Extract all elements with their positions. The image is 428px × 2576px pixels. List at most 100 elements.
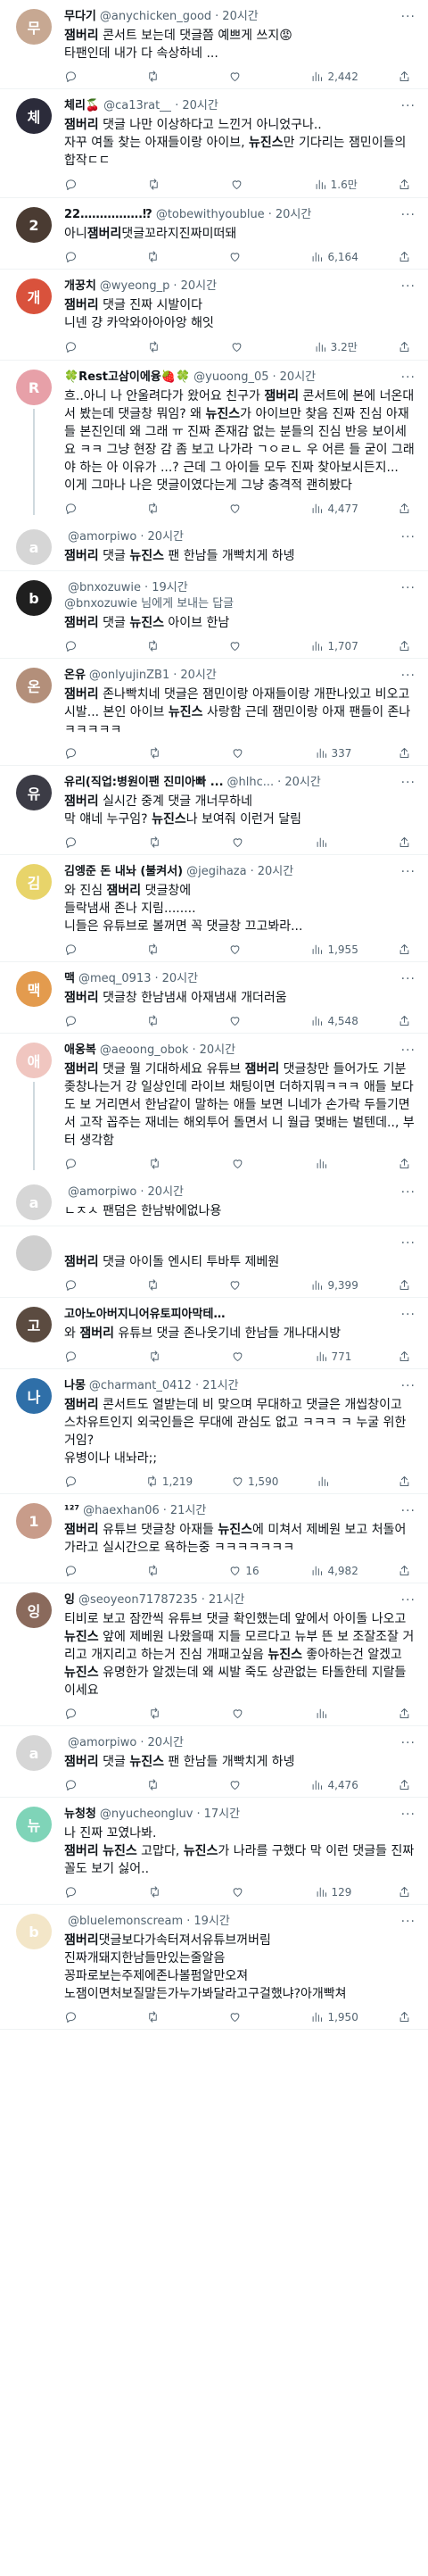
user-handle[interactable]: @tobewithyoublue [156, 207, 265, 223]
reply-button[interactable] [64, 339, 107, 354]
user-handle[interactable]: @aeoong_obok [100, 1043, 189, 1059]
tweet[interactable]: 애 애옹복 @aeoong_obok · 20시간 ··· 잼버리 댓글 뭘 기… [0, 1034, 428, 1176]
display-name[interactable]: 22…………….⁉ [64, 207, 152, 223]
views-button[interactable] [315, 1707, 358, 1720]
user-handle[interactable]: @nyucheongluv [100, 1807, 193, 1823]
display-name[interactable]: 개꿍치 [64, 278, 96, 295]
avatar[interactable]: 온 [16, 668, 52, 703]
share-button[interactable] [398, 639, 412, 652]
avatar[interactable] [16, 1235, 52, 1271]
share-button[interactable] [398, 943, 412, 956]
tweet[interactable]: 온 온유 @onlyujinZB1 · 20시간 ··· 잼버리 존나빡치네 댓… [0, 659, 428, 766]
tweet[interactable]: 2 22…………….⁉ @tobewithyoublue · 20시간 ··· … [0, 198, 428, 270]
reply-button[interactable] [64, 1885, 107, 1899]
tweet[interactable]: 유 유리(직업:병원이팬 진미아빠 ... @hlhc... · 20시간 ··… [0, 766, 428, 855]
user-handle[interactable]: @wyeong_p [100, 278, 170, 295]
tweet[interactable]: b @bnxozuwie · 19시간 ··· @bnxozuwie 님에게 보… [0, 571, 428, 659]
retweet-button[interactable] [147, 339, 190, 354]
retweet-button[interactable] [148, 1707, 191, 1720]
share-button[interactable] [398, 1157, 412, 1170]
display-name[interactable]: ¹²⁷ [64, 1503, 79, 1519]
views-button[interactable]: 4,982 [310, 1564, 358, 1577]
more-options-icon[interactable]: ··· [396, 9, 416, 25]
timestamp[interactable]: 20시간 [148, 1184, 184, 1201]
tweet[interactable]: · ··· 잼버리 댓글 아이돌 엔시티 투바투 제베원 [0, 1226, 428, 1298]
more-options-icon[interactable]: ··· [396, 1503, 416, 1519]
display-name[interactable]: 나몽 [64, 1378, 86, 1394]
display-name[interactable]: 잉 [64, 1592, 75, 1608]
tweet[interactable]: 김 김엥준 돈 내놔 (불켜서) @jegihaza · 20시간 ··· 와 … [0, 855, 428, 962]
more-options-icon[interactable]: ··· [396, 580, 416, 596]
share-button[interactable] [398, 1707, 412, 1720]
views-button[interactable]: 1,955 [310, 943, 358, 956]
avatar[interactable]: 유 [16, 775, 52, 810]
views-button[interactable]: 3.2만 [314, 339, 358, 354]
user-handle[interactable]: @seoyeon71787235 [78, 1592, 198, 1608]
tweet[interactable]: 잉 잉 @seoyeon71787235 · 21시간 ··· 티비로 보고 잠… [0, 1583, 428, 1726]
retweet-button[interactable] [148, 1157, 191, 1170]
retweet-button[interactable] [146, 943, 189, 956]
share-button[interactable] [398, 835, 412, 849]
retweet-button[interactable]: 1,219 [145, 1475, 193, 1488]
like-button[interactable] [228, 1778, 271, 1791]
share-button[interactable] [398, 1778, 412, 1791]
views-button[interactable]: 6,164 [310, 250, 358, 263]
retweet-button[interactable] [146, 250, 189, 263]
like-button[interactable]: 1,590 [231, 1475, 278, 1488]
more-options-icon[interactable]: ··· [396, 864, 416, 880]
timestamp[interactable]: 19시간 [193, 1914, 229, 1930]
avatar[interactable]: a [16, 1184, 52, 1220]
reply-button[interactable] [64, 1707, 107, 1720]
tweet[interactable]: 고 고아노아버지니어유토피아막테리아이... · ··· 와 잼버리 유튜브 댓… [0, 1298, 428, 1369]
like-button[interactable] [228, 2010, 271, 2023]
display-name[interactable]: 온유 [64, 668, 86, 684]
avatar[interactable]: 맥 [16, 971, 52, 1007]
share-button[interactable] [398, 1278, 412, 1292]
tweet[interactable]: 개 개꿍치 @wyeong_p · 20시간 ··· 잼버리 댓글 진짜 시발이… [0, 270, 428, 361]
avatar[interactable]: 무 [16, 9, 52, 45]
user-handle[interactable]: @charmant_0412 [89, 1378, 192, 1394]
user-handle[interactable]: @jegihaza [186, 864, 246, 880]
timestamp[interactable]: 20시간 [162, 971, 198, 987]
more-options-icon[interactable]: ··· [396, 775, 416, 791]
user-handle[interactable]: @bnxozuwie [68, 580, 141, 596]
more-options-icon[interactable]: ··· [396, 1592, 416, 1608]
timestamp[interactable]: 20시간 [182, 98, 218, 114]
views-button[interactable] [315, 835, 358, 849]
reply-button[interactable] [64, 1278, 107, 1292]
like-button[interactable] [228, 943, 271, 956]
avatar[interactable]: 1 [16, 1503, 52, 1539]
reply-button[interactable] [64, 1778, 107, 1791]
share-button[interactable] [398, 1014, 412, 1027]
reply-button[interactable] [64, 1350, 107, 1363]
tweet[interactable]: a @amorpiwo · 20시간 ··· 잼버리 댓글 뉴진스 팬 한남들 … [0, 520, 428, 571]
share-button[interactable] [398, 70, 412, 83]
tweet[interactable]: a @amorpiwo · 20시간 ··· 잼버리 댓글 뉴진스 팬 한남들 … [0, 1726, 428, 1798]
timestamp[interactable]: 20시간 [181, 278, 217, 295]
tweet[interactable]: 맥 맥 @meq_0913 · 20시간 ··· 잼버리 댓글창 한남냄새 아재… [0, 962, 428, 1034]
share-button[interactable] [398, 1350, 412, 1363]
views-button[interactable]: 4,476 [310, 1778, 358, 1791]
reply-button[interactable] [64, 502, 107, 515]
views-button[interactable]: 337 [315, 746, 358, 760]
timestamp[interactable]: 20시간 [148, 1735, 184, 1751]
avatar[interactable]: 개 [16, 278, 52, 314]
views-button[interactable]: 771 [315, 1350, 358, 1363]
reply-button[interactable] [64, 639, 107, 652]
more-options-icon[interactable]: ··· [396, 1735, 416, 1751]
tweet[interactable]: 체 체리🍒 @ca13rat__ · 20시간 ··· 잼버리 댓글 나만 이상… [0, 89, 428, 198]
like-button[interactable] [231, 1350, 274, 1363]
like-button[interactable]: 16 [228, 1564, 271, 1577]
avatar[interactable]: b [16, 1914, 52, 1949]
timestamp[interactable]: 21시간 [170, 1503, 206, 1519]
tweet[interactable]: a @amorpiwo · 20시간 ··· ㄴㅈㅅ 팬덤은 한남밖에없나용 [0, 1176, 428, 1226]
more-options-icon[interactable]: ··· [396, 1914, 416, 1930]
views-button[interactable]: 4,477 [310, 502, 358, 515]
more-options-icon[interactable]: ··· [396, 278, 416, 295]
share-button[interactable] [398, 250, 412, 263]
timestamp[interactable]: 20시간 [148, 529, 184, 545]
views-button[interactable]: 129 [315, 1885, 358, 1899]
reply-button[interactable] [64, 1475, 107, 1488]
avatar[interactable]: 나 [16, 1378, 52, 1414]
retweet-button[interactable] [146, 70, 189, 83]
